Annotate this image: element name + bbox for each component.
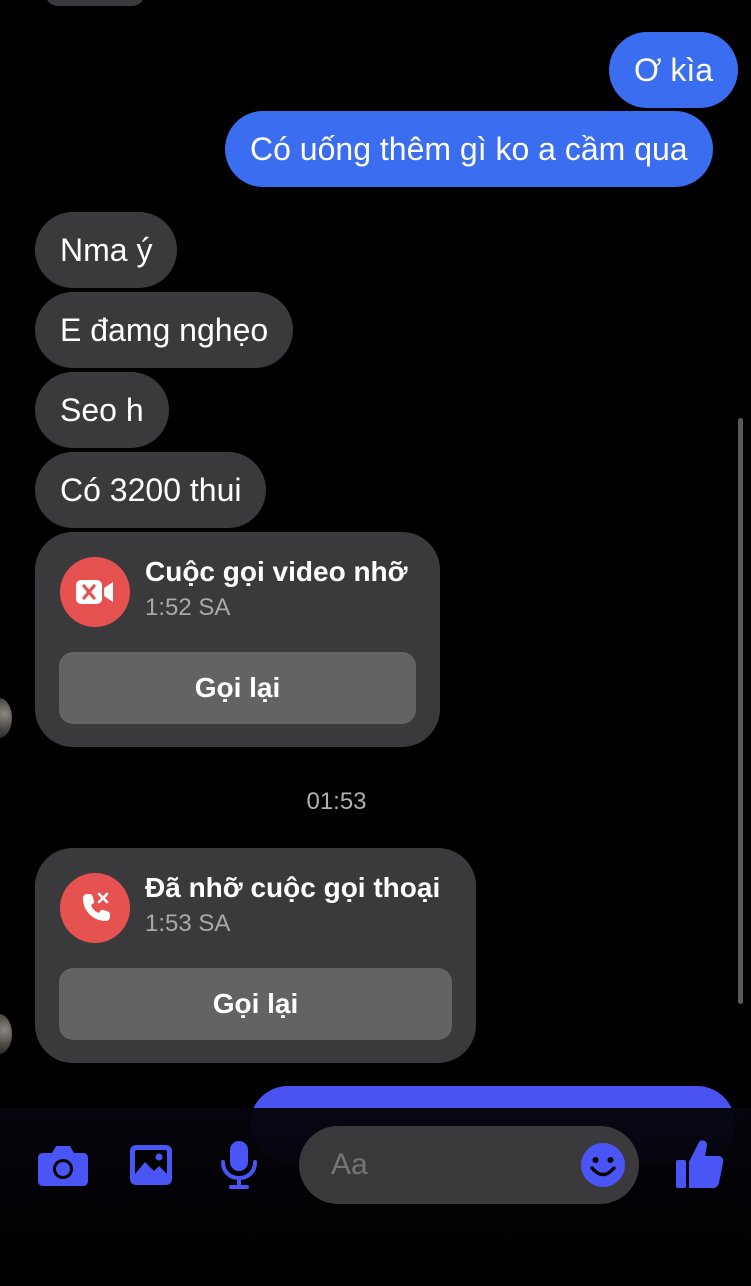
outgoing-message-bubble[interactable]: Có uống thêm gì ko a cầm qua xyxy=(225,111,713,187)
incoming-message-bubble[interactable]: Seo h xyxy=(35,372,169,448)
camera-icon[interactable] xyxy=(37,1142,89,1188)
message-text: Nma ý xyxy=(60,232,153,268)
thumbs-up-icon[interactable] xyxy=(674,1138,724,1190)
message-text: Có 3200 thui xyxy=(60,472,242,508)
message-text: Có uống thêm gì ko a cầm qua xyxy=(250,131,688,167)
chat-screen: Ơ kìa Có uống thêm gì ko a cầm qua Nma ý… xyxy=(0,0,751,1286)
previous-message-bubble xyxy=(45,0,145,6)
emoji-icon[interactable] xyxy=(579,1141,627,1189)
image-icon[interactable] xyxy=(128,1143,174,1187)
incoming-message-bubble[interactable]: Nma ý xyxy=(35,212,178,288)
call-title: Đã nhỡ cuộc gọi thoại xyxy=(145,872,441,903)
call-time: 1:53 SA xyxy=(145,910,231,937)
missed-voice-call-card: Đã nhỡ cuộc gọi thoại 1:53 SA Gọi lại xyxy=(35,848,476,1063)
message-input[interactable] xyxy=(331,1126,571,1204)
message-text: E đamg nghẹo xyxy=(60,312,269,348)
incoming-message-bubble[interactable]: E đamg nghẹo xyxy=(35,292,294,368)
message-text: Ơ kìa xyxy=(634,52,714,88)
message-input-pill[interactable] xyxy=(299,1126,639,1204)
message-text: Seo h xyxy=(60,392,144,428)
call-back-button[interactable]: Gọi lại xyxy=(59,968,452,1040)
call-time: 1:52 SA xyxy=(145,594,231,621)
avatar[interactable] xyxy=(0,1014,12,1054)
outgoing-message-bubble[interactable]: Ơ kìa xyxy=(609,32,739,108)
call-back-button[interactable]: Gọi lại xyxy=(59,652,416,724)
avatar[interactable] xyxy=(0,698,12,738)
microphone-icon[interactable] xyxy=(219,1140,259,1190)
call-title: Cuộc gọi video nhỡ xyxy=(145,556,408,587)
incoming-message-bubble[interactable]: Có 3200 thui xyxy=(35,452,267,528)
timestamp: 01:53 xyxy=(306,788,367,815)
missed-video-call-icon xyxy=(60,557,130,627)
missed-video-call-card: Cuộc gọi video nhỡ 1:52 SA Gọi lại xyxy=(35,532,440,747)
missed-voice-call-icon xyxy=(60,873,130,943)
scrollbar[interactable] xyxy=(738,418,743,1004)
